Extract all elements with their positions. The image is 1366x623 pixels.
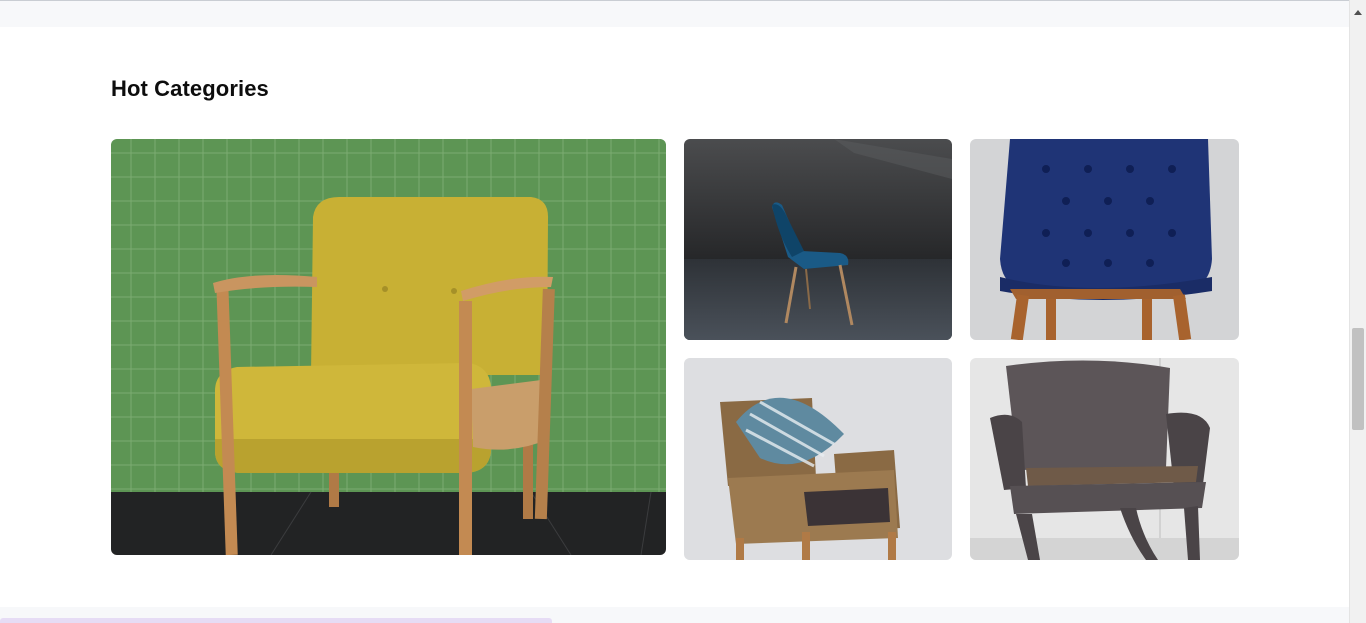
category-tile-2[interactable]	[684, 139, 952, 340]
section-title: Hot Categories	[111, 76, 269, 101]
category-tile-4[interactable]	[684, 358, 952, 560]
category-tile-5[interactable]	[970, 358, 1239, 560]
wicker-chair-image	[970, 358, 1239, 560]
top-strip	[0, 0, 1349, 27]
rattan-chair-image	[684, 358, 952, 560]
scroll-up-icon[interactable]	[1354, 10, 1362, 15]
tufted-chair-image	[970, 139, 1239, 340]
vertical-scrollbar[interactable]	[1349, 0, 1366, 623]
next-section-accent	[0, 618, 552, 623]
category-tile-3[interactable]	[970, 139, 1239, 340]
yellow-armchair-image	[111, 139, 666, 555]
blue-chair-image	[684, 139, 952, 340]
page-viewport: Hot Categories	[0, 0, 1349, 623]
scroll-thumb[interactable]	[1352, 328, 1364, 430]
category-tile-1[interactable]	[111, 139, 666, 555]
